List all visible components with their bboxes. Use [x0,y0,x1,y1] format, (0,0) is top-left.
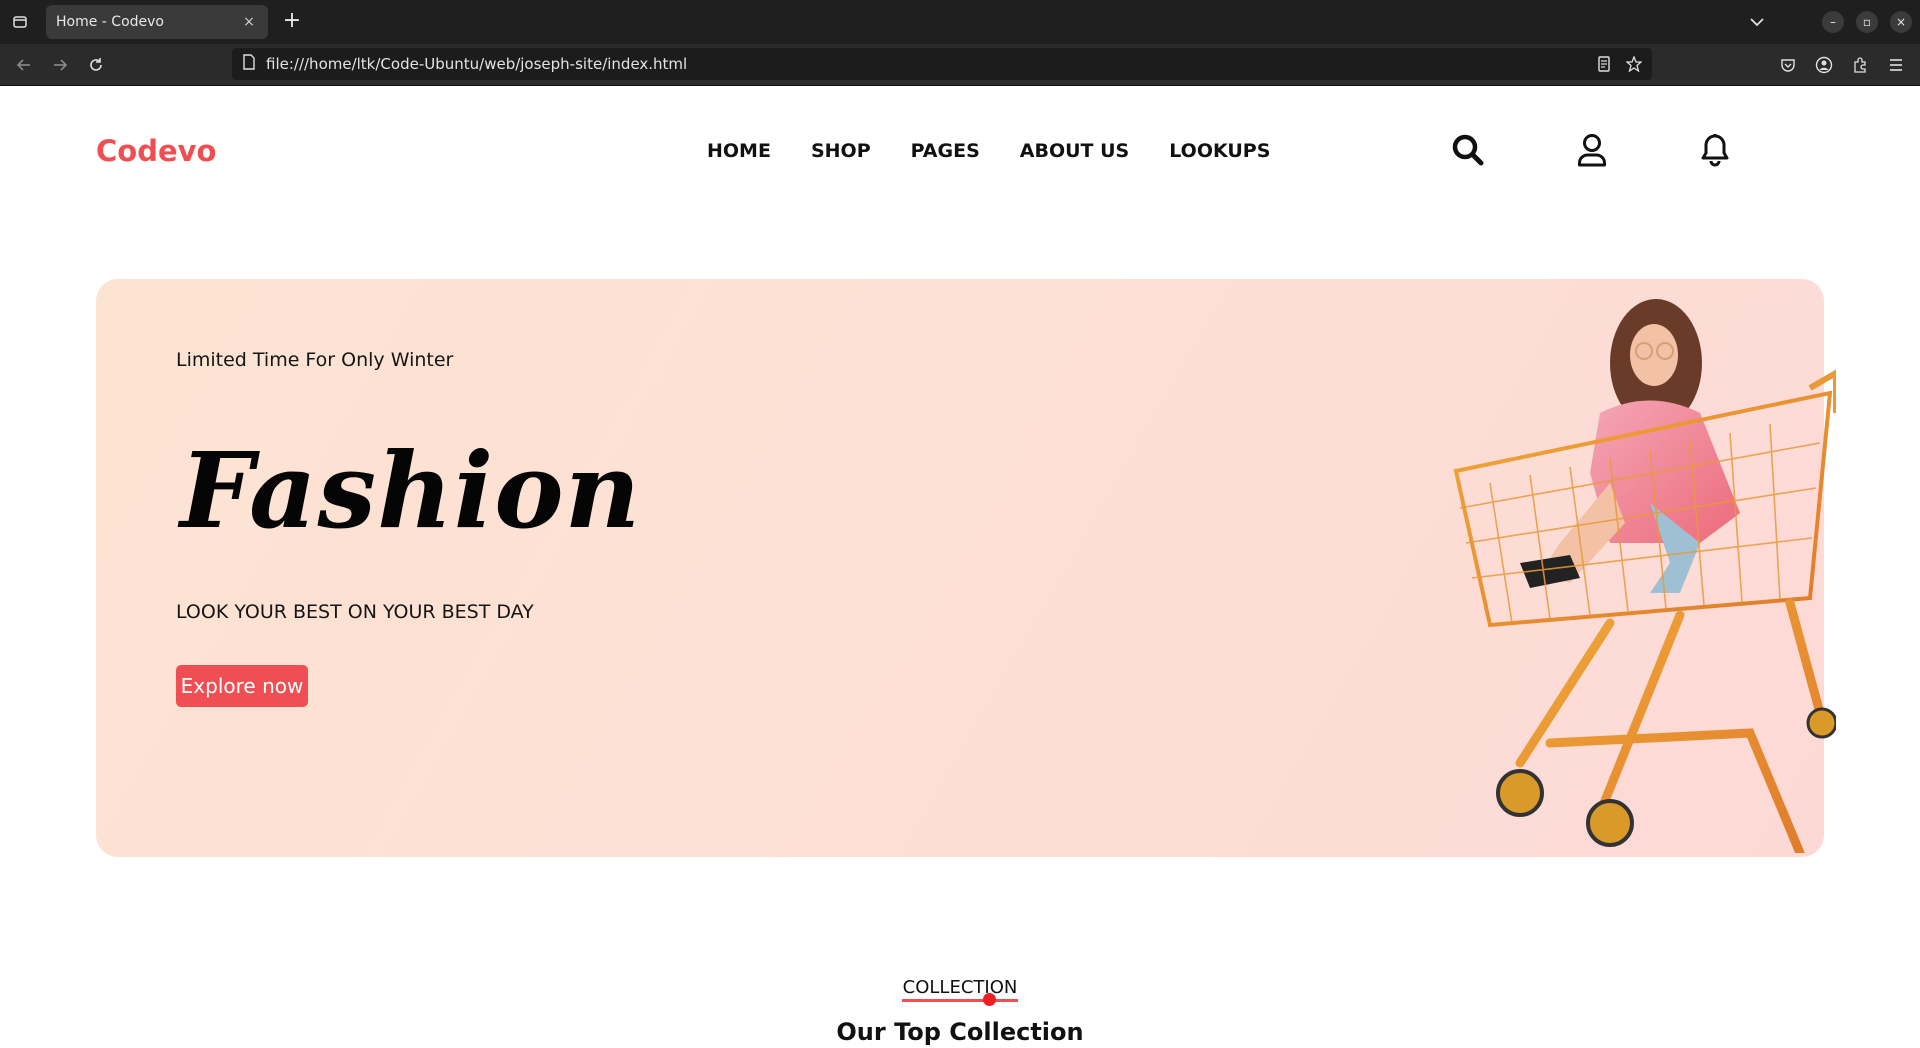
new-tab-button[interactable]: + [280,10,304,34]
browser-tab-active[interactable]: Home - Codevo × [46,5,268,39]
close-tab-icon[interactable]: × [240,14,258,30]
reader-mode-icon[interactable] [1592,52,1616,76]
url-text[interactable]: file:///home/ltk/Code-Ubuntu/web/joseph-… [266,55,1592,73]
bookmark-star-icon[interactable] [1622,52,1646,76]
site-header: Codevo HOME SHOP PAGES ABOUT US LOOKUPS [0,86,1920,218]
collection-kicker: COLLECTION [902,977,1018,998]
hero-shopping-cart-model-image [1450,293,1839,858]
kicker-underline [902,999,1018,1002]
search-icon[interactable] [1448,130,1488,170]
kicker-dot [983,993,996,1006]
url-bar[interactable]: file:///home/ltk/Code-Ubuntu/web/joseph-… [232,48,1652,80]
user-icon[interactable] [1572,130,1612,170]
browser-tab-bar: Home - Codevo × + – ▫ × [0,0,1920,44]
menu-item-home[interactable]: HOME [707,140,771,162]
site-logo[interactable]: Codevo [96,134,216,168]
collection-title: Our Top Collection [836,1018,1084,1046]
tab-title: Home - Codevo [56,14,164,30]
hero-banner: Limited Time For Only Winter Fashion LOO… [96,279,1839,858]
account-icon[interactable] [1812,53,1836,77]
close-window-button[interactable]: × [1890,11,1912,33]
main-menu: HOME SHOP PAGES ABOUT US LOOKUPS [707,140,1310,162]
menu-item-shop[interactable]: SHOP [811,140,871,162]
restore-window-button[interactable]: ▫ [1856,11,1878,33]
chevron-down-icon[interactable] [1745,12,1769,32]
reload-icon[interactable] [84,53,108,77]
forward-arrow-icon[interactable] [48,53,72,77]
hero-subtitle: LOOK YOUR BEST ON YOUR BEST DAY [176,601,534,623]
bell-icon[interactable] [1695,130,1735,170]
extensions-icon[interactable] [1848,53,1872,77]
hamburger-menu-icon[interactable] [1884,53,1908,77]
menu-item-lookups[interactable]: LOOKUPS [1169,140,1270,162]
page-icon [242,54,256,74]
tab-list-icon[interactable] [8,10,32,34]
minimize-window-button[interactable]: – [1822,11,1844,33]
browser-nav-bar: file:///home/ltk/Code-Ubuntu/web/joseph-… [0,44,1920,86]
hero-title: Fashion [180,429,642,552]
explore-now-button[interactable]: Explore now [176,665,308,707]
hero-tagline: Limited Time For Only Winter [176,349,454,371]
menu-item-about-us[interactable]: ABOUT US [1020,140,1129,162]
pocket-icon[interactable] [1776,53,1800,77]
menu-item-pages[interactable]: PAGES [911,140,980,162]
back-arrow-icon[interactable] [12,53,36,77]
